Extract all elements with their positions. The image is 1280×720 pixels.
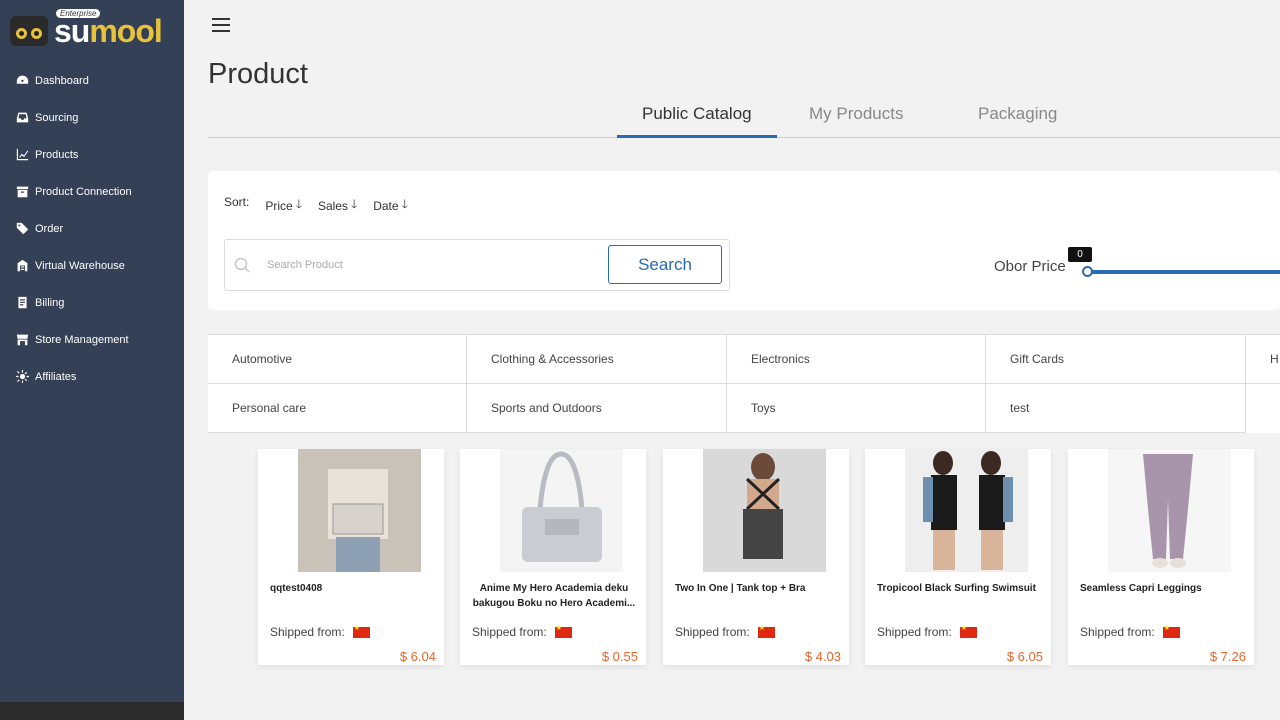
owl-logo-icon bbox=[10, 16, 48, 46]
tab-packaging[interactable]: Packaging bbox=[978, 104, 1057, 124]
sidebar-item-affiliates[interactable]: Affiliates bbox=[0, 358, 184, 395]
product-card[interactable]: Seamless Capri Leggings Shipped from: $ … bbox=[1068, 449, 1254, 665]
arrow-down-icon: 🡓 bbox=[295, 197, 302, 211]
price-slider-track[interactable] bbox=[1088, 270, 1280, 274]
filter-panel: Sort: Price🡓 Sales🡓 Date🡓 Search Obor Pr… bbox=[208, 171, 1280, 310]
product-image[interactable] bbox=[1108, 449, 1231, 572]
sidebar-item-label: Virtual Warehouse bbox=[35, 259, 125, 272]
product-price: $ 0.55 bbox=[601, 649, 638, 664]
category-partial[interactable]: H bbox=[1246, 335, 1280, 384]
warehouse-icon bbox=[17, 259, 28, 272]
arrow-down-icon: 🡓 bbox=[350, 197, 358, 211]
billing-icon bbox=[18, 296, 27, 309]
shipped-from: Shipped from: bbox=[877, 624, 977, 639]
category-gift-cards[interactable]: Gift Cards bbox=[986, 335, 1246, 384]
active-tab-indicator bbox=[617, 135, 777, 138]
product-image[interactable] bbox=[500, 449, 623, 572]
product-card[interactable]: qqtest0408 Shipped from: $ 6.04 bbox=[258, 449, 444, 665]
price-slider-handle[interactable] bbox=[1082, 266, 1093, 277]
tag-icon bbox=[16, 222, 29, 235]
menu-toggle-icon[interactable] bbox=[212, 18, 230, 32]
enterprise-badge: Enterprise bbox=[56, 9, 101, 18]
sidebar-item-label: Dashboard bbox=[35, 74, 89, 87]
product-price: $ 7.26 bbox=[1209, 649, 1246, 664]
category-sports-outdoors[interactable]: Sports and Outdoors bbox=[467, 384, 727, 433]
dashboard-icon bbox=[16, 75, 29, 84]
product-image[interactable] bbox=[905, 449, 1028, 572]
sidebar-item-label: Sourcing bbox=[35, 111, 79, 124]
obor-price-label: Obor Price bbox=[994, 258, 1066, 275]
category-electronics[interactable]: Electronics bbox=[727, 335, 986, 384]
sidebar-footer bbox=[0, 702, 184, 720]
chart-line-icon bbox=[16, 148, 29, 161]
product-price: $ 6.04 bbox=[399, 649, 436, 664]
sort-date-button[interactable]: Date 🡓 bbox=[373, 195, 408, 216]
sidebar-item-label: Affiliates bbox=[35, 370, 77, 383]
search-button[interactable]: Search bbox=[608, 245, 722, 284]
store-icon bbox=[16, 334, 29, 346]
china-flag-icon bbox=[757, 624, 775, 638]
sidebar-item-label: Products bbox=[35, 148, 79, 161]
product-price: $ 6.05 bbox=[1006, 649, 1043, 664]
product-image[interactable] bbox=[298, 449, 421, 572]
product-name[interactable]: Two In One | Tank top + Bra bbox=[675, 581, 843, 596]
shipped-from: Shipped from: bbox=[270, 624, 370, 639]
shipped-from: Shipped from: bbox=[675, 624, 775, 639]
sidebar-item-label: Product Connection bbox=[35, 185, 132, 198]
category-test[interactable]: test bbox=[986, 384, 1246, 433]
category-clothing-accessories[interactable]: Clothing & Accessories bbox=[467, 335, 727, 384]
sidebar-item-order[interactable]: Order bbox=[0, 210, 184, 247]
tab-public-catalog[interactable]: Public Catalog bbox=[642, 104, 752, 124]
arrow-down-icon: 🡓 bbox=[401, 197, 408, 211]
sidebar-item-billing[interactable]: Billing bbox=[0, 284, 184, 321]
sidebar: Enterprise sumool Dashboard Sourcing Pro… bbox=[0, 0, 184, 720]
logo-wordmark: sumool bbox=[54, 13, 163, 49]
category-personal-care[interactable]: Personal care bbox=[208, 384, 467, 433]
slider-value-tooltip: 0 bbox=[1068, 247, 1092, 262]
category-grid: Automotive Clothing & Accessories Electr… bbox=[208, 334, 1280, 433]
china-flag-icon bbox=[554, 624, 572, 638]
tab-my-products[interactable]: My Products bbox=[809, 104, 903, 124]
product-card[interactable]: Tropicool Black Surfing Swimsuit Shipped… bbox=[865, 449, 1051, 665]
sidebar-item-products[interactable]: Products bbox=[0, 136, 184, 173]
archive-icon bbox=[16, 186, 29, 198]
product-card[interactable]: Two In One | Tank top + Bra Shipped from… bbox=[663, 449, 849, 665]
tab-bar: Public Catalog My Products Packaging bbox=[208, 96, 1280, 138]
shipped-from: Shipped from: bbox=[472, 624, 572, 639]
sidebar-item-label: Store Management bbox=[35, 333, 129, 346]
product-name[interactable]: qqtest0408 bbox=[270, 581, 438, 596]
inbox-icon bbox=[16, 112, 29, 123]
product-price: $ 4.03 bbox=[804, 649, 841, 664]
sun-icon bbox=[16, 370, 29, 383]
sidebar-item-product-connection[interactable]: Product Connection bbox=[0, 173, 184, 210]
china-flag-icon bbox=[1162, 624, 1180, 638]
sidebar-item-sourcing[interactable]: Sourcing bbox=[0, 99, 184, 136]
page-title: Product bbox=[208, 58, 308, 90]
sidebar-item-store-management[interactable]: Store Management bbox=[0, 321, 184, 358]
search-box: Search bbox=[224, 239, 730, 291]
sidebar-item-label: Billing bbox=[35, 296, 65, 309]
shipped-from: Shipped from: bbox=[1080, 624, 1180, 639]
search-icon bbox=[234, 257, 250, 273]
sort-sales-button[interactable]: Sales 🡓 bbox=[318, 195, 357, 216]
category-automotive[interactable]: Automotive bbox=[208, 335, 467, 384]
china-flag-icon bbox=[959, 624, 977, 638]
sort-label: Sort: bbox=[224, 195, 250, 209]
sidebar-item-label: Order bbox=[35, 222, 64, 235]
app-logo[interactable]: Enterprise sumool bbox=[0, 0, 184, 62]
sidebar-item-dashboard[interactable]: Dashboard bbox=[0, 62, 184, 99]
product-name[interactable]: Seamless Capri Leggings bbox=[1080, 581, 1248, 596]
sort-bar: Sort: Price 🡓 Sales 🡓 Date 🡓 bbox=[224, 195, 408, 216]
china-flag-icon bbox=[352, 624, 370, 638]
sidebar-item-virtual-warehouse[interactable]: Virtual Warehouse bbox=[0, 247, 184, 284]
category-toys[interactable]: Toys bbox=[727, 384, 986, 433]
product-card[interactable]: Anime My Hero Academia deku bakugou Boku… bbox=[460, 449, 646, 665]
product-name[interactable]: Tropicool Black Surfing Swimsuit bbox=[877, 581, 1045, 596]
main-content: Product Public Catalog My Products Packa… bbox=[184, 0, 1280, 720]
product-image[interactable] bbox=[703, 449, 826, 572]
search-input[interactable] bbox=[267, 256, 597, 274]
product-name[interactable]: Anime My Hero Academia deku bakugou Boku… bbox=[466, 581, 642, 611]
sort-price-button[interactable]: Price 🡓 bbox=[265, 195, 302, 216]
